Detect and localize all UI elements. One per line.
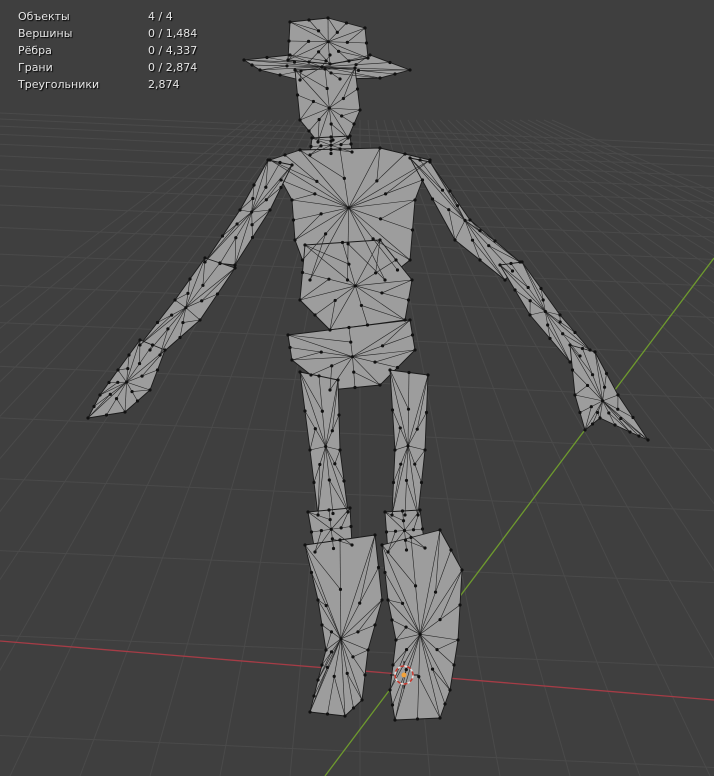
stat-triangles: Треугольники 2,874 [18, 76, 197, 93]
viewport-scene[interactable] [0, 0, 714, 776]
stat-faces: Грани 0 / 2,874 [18, 59, 197, 76]
scene-statistics-overlay: Объекты 4 / 4 Вершины 0 / 1,484 Рёбра 0 … [18, 8, 197, 93]
stat-faces-value: 0 / 2,874 [148, 61, 198, 74]
stat-vertices: Вершины 0 / 1,484 [18, 25, 197, 42]
stat-edges-label: Рёбра [18, 44, 52, 57]
stat-edges: Рёбра 0 / 4,337 [18, 42, 197, 59]
stat-triangles-label: Треугольники [18, 78, 100, 91]
stat-objects: Объекты 4 / 4 [18, 8, 197, 25]
head [294, 67, 361, 143]
3d-viewport[interactable]: Объекты 4 / 4 Вершины 0 / 1,484 Рёбра 0 … [0, 0, 714, 776]
stat-edges-value: 0 / 4,337 [148, 44, 198, 57]
stat-faces-label: Грани [18, 61, 53, 74]
stat-triangles-value: 2,874 [148, 78, 180, 91]
stat-objects-value: 4 / 4 [148, 10, 173, 23]
stat-vertices-value: 0 / 1,484 [148, 27, 198, 40]
stat-vertices-label: Вершины [18, 27, 73, 40]
stat-objects-label: Объекты [18, 10, 70, 23]
